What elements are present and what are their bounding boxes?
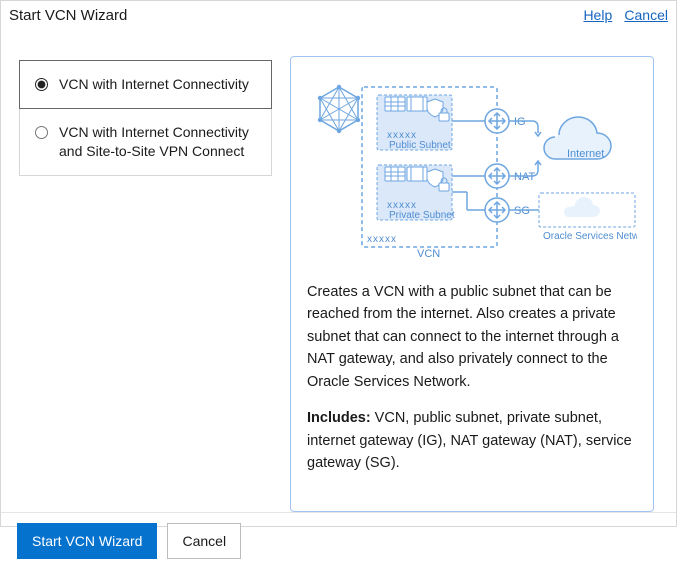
cancel-link[interactable]: Cancel — [624, 7, 668, 23]
diagram-vcn-label: VCN — [417, 248, 440, 260]
diagram-public-subnet-icon: xxxxx Public Subnet — [377, 95, 452, 151]
vcn-diagram: xxxxx VCN — [307, 77, 637, 265]
svg-text:NAT: NAT — [514, 171, 535, 183]
option-list: VCN with Internet Connectivity VCN with … — [19, 32, 272, 512]
dialog-content: VCN with Internet Connectivity VCN with … — [1, 32, 676, 512]
includes-label: Includes: — [307, 410, 371, 426]
option-vcn-internet-vpn-radio[interactable] — [35, 126, 48, 139]
dialog-header: Start VCN Wizard Help Cancel — [1, 1, 676, 32]
svg-text:Oracle Services Network: Oracle Services Network — [543, 231, 637, 242]
option-vcn-internet[interactable]: VCN with Internet Connectivity — [19, 60, 272, 109]
option-description: Creates a VCN with a public subnet that … — [307, 281, 637, 393]
diagram-public-subnet-label: Public Subnet — [389, 140, 451, 151]
option-vcn-internet-radio[interactable] — [35, 78, 48, 91]
dialog-footer: Start VCN Wizard Cancel — [1, 512, 676, 569]
diagram-private-subnet-label: Private Subnet — [389, 210, 455, 221]
dialog-title: Start VCN Wizard — [9, 7, 127, 24]
cancel-button[interactable]: Cancel — [167, 523, 241, 559]
diagram-private-subnet-icon: xxxxx Private Subnet — [377, 165, 455, 221]
start-vcn-wizard-button[interactable]: Start VCN Wizard — [17, 523, 157, 559]
svg-text:IG: IG — [514, 116, 526, 128]
option-vcn-internet-vpn-label: VCN with Internet Connectivity and Site-… — [59, 123, 257, 161]
option-details: xxxxx VCN — [290, 56, 654, 512]
svg-text:SG: SG — [514, 205, 530, 217]
option-includes: Includes: VCN, public subnet, private su… — [307, 407, 637, 474]
help-link[interactable]: Help — [583, 7, 612, 23]
svg-text:Internet: Internet — [567, 148, 604, 160]
option-vcn-internet-label: VCN with Internet Connectivity — [59, 75, 249, 94]
option-vcn-internet-vpn[interactable]: VCN with Internet Connectivity and Site-… — [19, 109, 272, 176]
vcn-wizard-dialog: Start VCN Wizard Help Cancel VCN with In… — [0, 0, 677, 527]
header-links: Help Cancel — [575, 7, 668, 24]
diagram-vcn-placeholder: xxxxx — [367, 234, 397, 245]
vcn-shape-icon — [318, 85, 360, 133]
diagram-internet-icon: Internet — [544, 117, 611, 160]
diagram-osn-icon: Oracle Services Network — [539, 193, 637, 242]
